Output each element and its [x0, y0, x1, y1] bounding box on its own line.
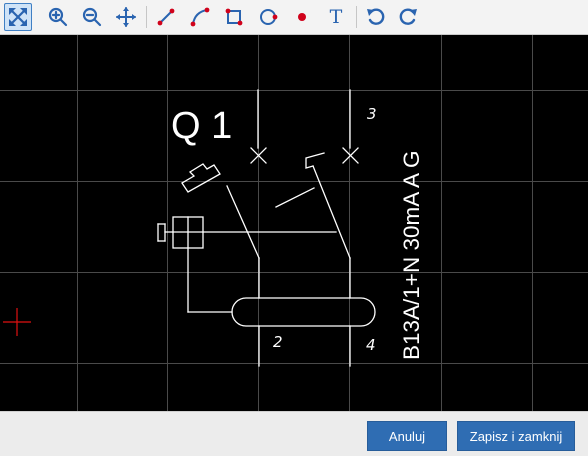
- zoom-in-button[interactable]: [44, 3, 72, 31]
- zoom-in-icon: [48, 7, 68, 27]
- undo-button[interactable]: [362, 3, 390, 31]
- terminal-label-4: 4: [366, 336, 376, 354]
- zoom-fit-button[interactable]: [4, 3, 32, 31]
- drawing-surface[interactable]: Q 1 B13A/1+N 30mA A G 3 2 4: [0, 35, 588, 411]
- device-label: Q 1: [171, 105, 232, 147]
- canvas-background: [0, 35, 588, 411]
- line-button[interactable]: [152, 3, 180, 31]
- rectangle-icon: [225, 8, 243, 26]
- save-and-close-button[interactable]: Zapisz i zamknij: [457, 421, 575, 451]
- toolbar-separator: [146, 6, 147, 28]
- terminal-label-3: 3: [367, 105, 377, 123]
- rating-label: B13A/1+N 30mA A G: [399, 150, 424, 360]
- zoom-out-button[interactable]: [78, 3, 106, 31]
- symbol-editor: T Q 1 B13A/1+N 30mA A G 3 2 4 Anuluj Zap…: [0, 0, 588, 456]
- toolbar: T: [0, 0, 588, 35]
- point-button[interactable]: [288, 3, 316, 31]
- text-button[interactable]: T: [322, 3, 350, 31]
- drawing-canvas[interactable]: Q 1 B13A/1+N 30mA A G 3 2 4: [0, 35, 588, 411]
- redo-icon: [399, 8, 417, 25]
- move-icon: [116, 7, 136, 27]
- terminal-label-2: 2: [273, 333, 283, 351]
- circle-icon: [260, 9, 278, 25]
- dialog-footer: Anuluj Zapisz i zamknij: [0, 411, 588, 456]
- line-icon: [157, 8, 175, 26]
- zoom-fit-icon: [9, 8, 27, 26]
- zoom-out-icon: [82, 7, 102, 27]
- undo-icon: [367, 8, 385, 25]
- cancel-button[interactable]: Anuluj: [367, 421, 447, 451]
- rectangle-button[interactable]: [220, 3, 248, 31]
- text-icon: T: [329, 5, 343, 28]
- toolbar-separator: [356, 6, 357, 28]
- circle-button[interactable]: [254, 3, 282, 31]
- redo-button[interactable]: [394, 3, 422, 31]
- polyline-button[interactable]: [186, 3, 214, 31]
- point-icon: [298, 13, 306, 21]
- polyline-icon: [190, 7, 210, 27]
- pan-button[interactable]: [112, 3, 140, 31]
